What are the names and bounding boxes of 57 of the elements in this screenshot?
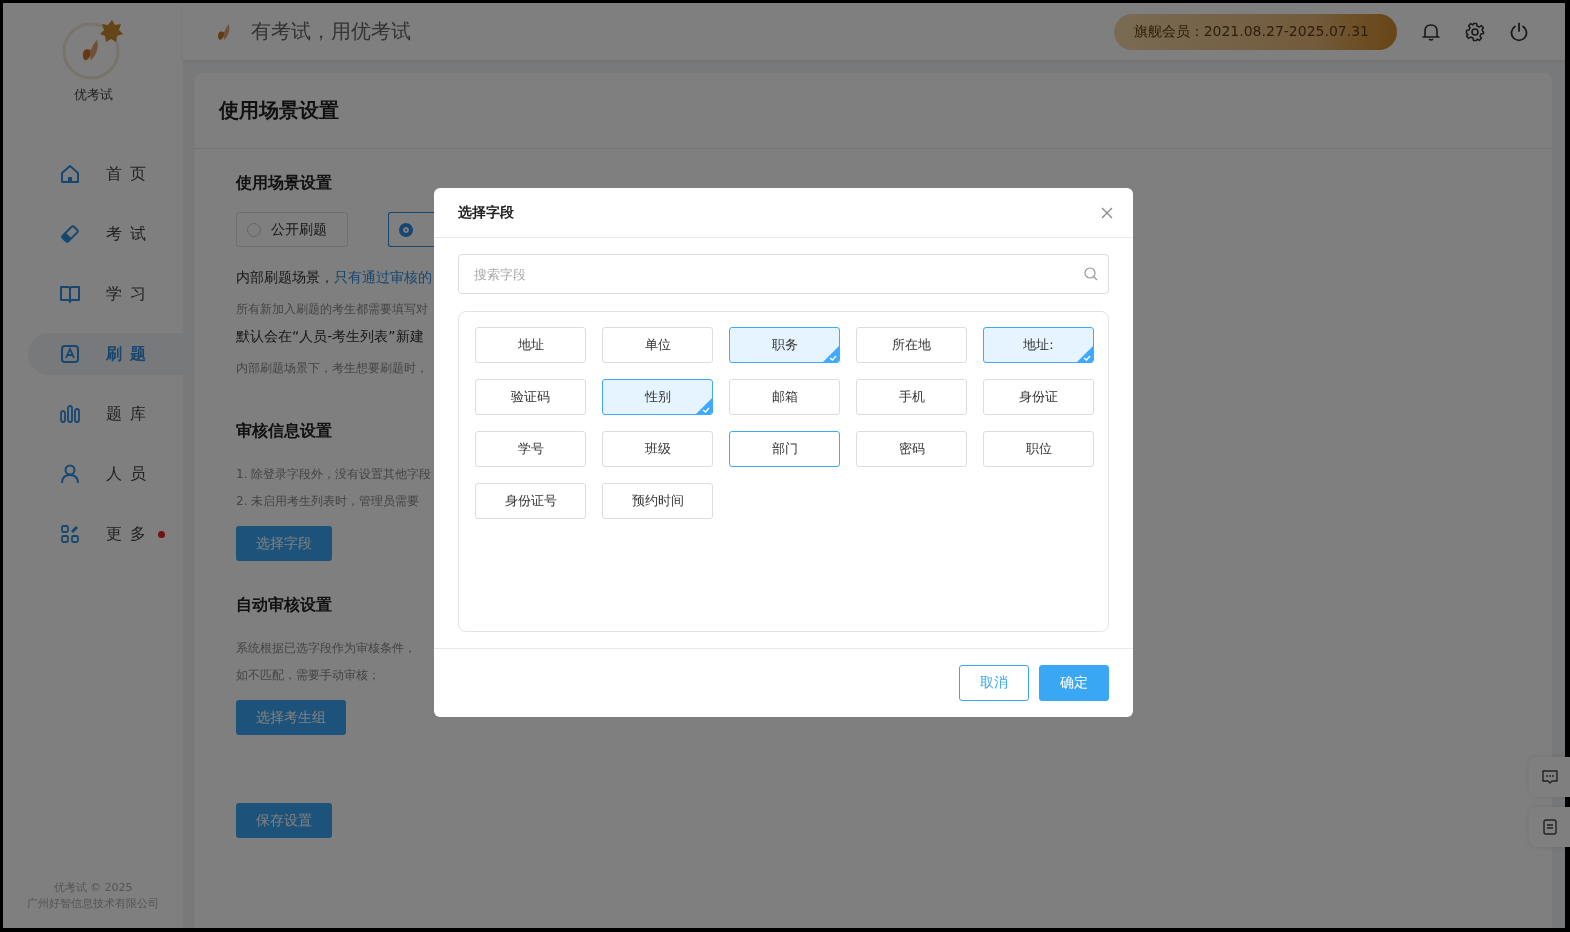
- dialog-title: 选择字段: [458, 203, 514, 222]
- logo-icon: [62, 18, 124, 80]
- field-option[interactable]: 地址: [475, 327, 586, 363]
- check-corner-icon: [823, 346, 839, 362]
- home-icon: [60, 164, 80, 184]
- description-text: 默认会在“人员-考生列表”新建: [236, 328, 424, 346]
- field-option[interactable]: 邮箱: [729, 379, 840, 415]
- sidebar-item[interactable]: 更多: [28, 513, 183, 555]
- sidebar-item[interactable]: 题库: [28, 393, 183, 435]
- field-option[interactable]: 预约时间: [602, 483, 713, 519]
- apps-icon: [60, 524, 80, 544]
- field-option[interactable]: 学号: [475, 431, 586, 467]
- field-option[interactable]: 地址:: [983, 327, 1094, 363]
- bar-chart-icon: [60, 404, 80, 424]
- chat-button[interactable]: [1529, 757, 1570, 797]
- page-title: 使用场景设置: [195, 73, 1552, 149]
- section-heading: 使用场景设置: [236, 173, 332, 194]
- field-option[interactable]: 职位: [983, 431, 1094, 467]
- sidebar-item[interactable]: 首页: [28, 153, 183, 195]
- field-option[interactable]: 手机: [856, 379, 967, 415]
- section-heading: 自动审核设置: [236, 595, 332, 616]
- sidebar-item[interactable]: 学习: [28, 273, 183, 315]
- settings-icon[interactable]: [1465, 21, 1485, 42]
- section-heading: 审核信息设置: [236, 421, 332, 442]
- document-icon: [1541, 818, 1559, 836]
- bell-icon[interactable]: [1421, 21, 1441, 42]
- search-icon: [1084, 267, 1098, 281]
- field-option[interactable]: 身份证号: [475, 483, 586, 519]
- field-option[interactable]: 验证码: [475, 379, 586, 415]
- field-option[interactable]: 所在地: [856, 327, 967, 363]
- check-corner-icon: [1077, 346, 1093, 362]
- radio-label: 公开刷题: [271, 220, 327, 239]
- radio-button[interactable]: [399, 222, 413, 237]
- field-option[interactable]: 身份证: [983, 379, 1094, 415]
- person-icon: [60, 464, 80, 484]
- sidebar-item[interactable]: 人员: [28, 453, 183, 495]
- field-option[interactable]: 职务: [729, 327, 840, 363]
- slogan: 有考试，用优考试: [251, 18, 411, 45]
- search-field[interactable]: 搜索字段: [458, 254, 1109, 294]
- quiz-icon: [60, 344, 80, 364]
- notes-button[interactable]: [1529, 807, 1570, 847]
- book-icon: [60, 284, 80, 304]
- radio-option[interactable]: 公开刷题: [236, 212, 348, 247]
- chat-icon: [1541, 768, 1559, 786]
- power-icon[interactable]: [1509, 21, 1529, 42]
- description-text: 内部刷题场景，只有通过审核的: [236, 269, 432, 287]
- app-name: 优考试: [73, 86, 113, 104]
- field-option[interactable]: 密码: [856, 431, 967, 467]
- field-option[interactable]: 单位: [602, 327, 713, 363]
- close-icon[interactable]: [1101, 206, 1113, 219]
- eraser-icon: [60, 224, 80, 244]
- field-option[interactable]: 班级: [602, 431, 713, 467]
- sidebar-item[interactable]: 考试: [28, 213, 183, 255]
- field-option[interactable]: 部门: [729, 431, 840, 467]
- check-corner-icon: [696, 398, 712, 414]
- membership-badge: 旗舰会员：2021.08.27-2025.07.31: [1113, 13, 1397, 50]
- field-option[interactable]: 性别: [602, 379, 713, 415]
